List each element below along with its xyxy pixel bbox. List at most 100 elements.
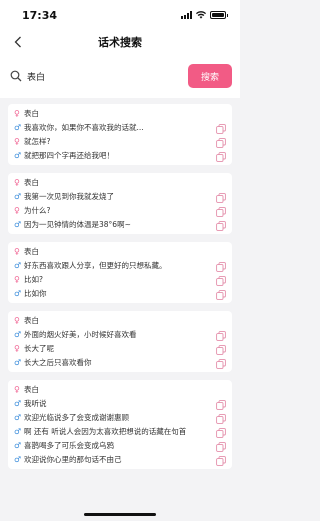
result-card: ♀ 表白 ♂ 我听说 ♂ 欢迎光临说多了会变成谢谢惠顾 ♂ 啊 还有 听说人会因为太喜欢把想说… — [8, 380, 232, 469]
dialogue-text: 外面的烟火好美，小时候好喜欢看 — [24, 330, 137, 339]
male-icon: ♂ — [14, 261, 22, 270]
copy-icon[interactable] — [216, 152, 226, 162]
male-icon: ♂ — [14, 358, 22, 367]
dialogue-line: ♀ 表白 — [14, 176, 226, 190]
dialogue-text: 就怎样? — [24, 137, 51, 146]
dialogue-line: ♂ 啊 还有 听说人会因为太喜欢把想说的话藏在句首 — [14, 425, 226, 439]
search-box[interactable] — [10, 63, 180, 89]
dialogue-line: ♂ 长大之后只喜欢看你 — [14, 356, 226, 370]
dialogue-text: 为什么? — [24, 206, 51, 215]
copy-icon[interactable] — [216, 359, 226, 369]
dialogue-text: 比如? — [24, 275, 43, 284]
status-time: 17:34 — [22, 8, 58, 22]
copy-icon[interactable] — [216, 400, 226, 410]
signal-icon — [181, 11, 192, 19]
dialogue-line: ♀ 表白 — [14, 314, 226, 328]
dialogue-line: ♀ 比如? — [14, 273, 226, 287]
dialogue-text: 表白 — [24, 247, 39, 256]
copy-icon[interactable] — [216, 193, 226, 203]
dialogue-text: 啊 还有 听说人会因为太喜欢把想说的话藏在句首 — [24, 427, 187, 436]
male-icon: ♂ — [14, 289, 22, 298]
copy-icon[interactable] — [216, 221, 226, 231]
male-icon: ♂ — [14, 455, 22, 464]
dialogue-text: 表白 — [24, 385, 39, 394]
dialogue-line: ♂ 外面的烟火好美，小时候好喜欢看 — [14, 328, 226, 342]
copy-icon[interactable] — [216, 345, 226, 355]
dialogue-text: 长大了呢 — [24, 344, 54, 353]
copy-icon[interactable] — [216, 456, 226, 466]
search-button[interactable]: 搜索 — [188, 64, 232, 88]
male-icon: ♂ — [14, 151, 22, 160]
male-icon: ♂ — [14, 427, 22, 436]
copy-icon[interactable] — [216, 290, 226, 300]
male-icon: ♂ — [14, 399, 22, 408]
dialogue-text: 表白 — [24, 109, 39, 118]
status-bar: 17:34 — [0, 0, 240, 30]
back-icon[interactable] — [10, 34, 26, 50]
male-icon: ♂ — [14, 192, 22, 201]
copy-icon[interactable] — [216, 138, 226, 148]
dialogue-line: ♂ 欢迎说你心里的那句话不由己 — [14, 453, 226, 467]
female-icon: ♀ — [14, 178, 20, 187]
dialogue-line: ♂ 喜鹊喝多了可乐会变成乌鸦 — [14, 439, 226, 453]
dialogue-line: ♂ 我喜欢你，如果你不喜欢我的话就... — [14, 121, 226, 135]
female-icon: ♀ — [14, 206, 20, 215]
dialogue-text: 我听说 — [24, 399, 47, 408]
result-card: ♀ 表白 ♂ 我第一次见到你我就发烧了 ♀ 为什么? ♂ 因为一见钟情的体温是38°6啊~ — [8, 173, 232, 234]
dialogue-text: 欢迎光临说多了会变成谢谢惠顾 — [24, 413, 129, 422]
male-icon: ♂ — [14, 441, 22, 450]
dialogue-line: ♀ 为什么? — [14, 204, 226, 218]
male-icon: ♂ — [14, 330, 22, 339]
dialogue-text: 长大之后只喜欢看你 — [24, 358, 92, 367]
dialogue-text: 我第一次见到你我就发烧了 — [24, 192, 114, 201]
search-input[interactable] — [27, 71, 127, 81]
dialogue-text: 因为一见钟情的体温是38°6啊~ — [24, 220, 131, 229]
copy-icon[interactable] — [216, 207, 226, 217]
page-title: 话术搜索 — [98, 36, 142, 49]
battery-icon — [210, 11, 228, 19]
female-icon: ♀ — [14, 275, 20, 284]
dialogue-text: 我喜欢你，如果你不喜欢我的话就... — [24, 123, 144, 132]
copy-icon[interactable] — [216, 331, 226, 341]
dialogue-line: ♀ 长大了呢 — [14, 342, 226, 356]
dialogue-text: 喜鹊喝多了可乐会变成乌鸦 — [24, 441, 114, 450]
search-bar: 搜索 — [0, 54, 240, 98]
female-icon: ♀ — [14, 344, 20, 353]
copy-icon[interactable] — [216, 124, 226, 134]
copy-icon[interactable] — [216, 414, 226, 424]
dialogue-line: ♂ 就把那四个字再还给我吧！ — [14, 149, 226, 163]
copy-icon[interactable] — [216, 442, 226, 452]
dialogue-text: 欢迎说你心里的那句话不由己 — [24, 455, 122, 464]
dialogue-line: ♀ 表白 — [14, 245, 226, 259]
female-icon: ♀ — [14, 247, 20, 256]
male-icon: ♂ — [14, 220, 22, 229]
dialogue-line: ♂ 好东西喜欢跟人分享，但更好的只想私藏。 — [14, 259, 226, 273]
dialogue-line: ♂ 我第一次见到你我就发烧了 — [14, 190, 226, 204]
search-icon — [10, 70, 22, 82]
dialogue-line: ♀ 就怎样? — [14, 135, 226, 149]
male-icon: ♂ — [14, 413, 22, 422]
copy-icon[interactable] — [216, 428, 226, 438]
dialogue-line: ♀ 表白 — [14, 383, 226, 397]
male-icon: ♂ — [14, 123, 22, 132]
dialogue-line: ♂ 欢迎光临说多了会变成谢谢惠顾 — [14, 411, 226, 425]
result-list: ♀ 表白 ♂ 我喜欢你，如果你不喜欢我的话就... ♀ 就怎样? ♂ 就把那四个字再还给我吧！… — [0, 98, 240, 469]
result-card: ♀ 表白 ♂ 我喜欢你，如果你不喜欢我的话就... ♀ 就怎样? ♂ 就把那四个字再还给我吧！ — [8, 104, 232, 165]
female-icon: ♀ — [14, 109, 20, 118]
dialogue-text: 好东西喜欢跟人分享，但更好的只想私藏。 — [24, 261, 167, 270]
dialogue-line: ♂ 因为一见钟情的体温是38°6啊~ — [14, 218, 226, 232]
female-icon: ♀ — [14, 137, 20, 146]
dialogue-line: ♂ 我听说 — [14, 397, 226, 411]
status-icons — [181, 11, 228, 19]
dialogue-text: 表白 — [24, 178, 39, 187]
female-icon: ♀ — [14, 316, 20, 325]
dialogue-line: ♀ 表白 — [14, 107, 226, 121]
dialogue-text: 就把那四个字再还给我吧！ — [24, 151, 114, 160]
result-card: ♀ 表白 ♂ 外面的烟火好美，小时候好喜欢看 ♀ 长大了呢 ♂ 长大之后只喜欢看你 — [8, 311, 232, 372]
dialogue-line: ♂ 比如你 — [14, 287, 226, 301]
dialogue-text: 表白 — [24, 316, 39, 325]
copy-icon[interactable] — [216, 262, 226, 272]
wifi-icon — [196, 11, 206, 19]
copy-icon[interactable] — [216, 276, 226, 286]
female-icon: ♀ — [14, 385, 20, 394]
